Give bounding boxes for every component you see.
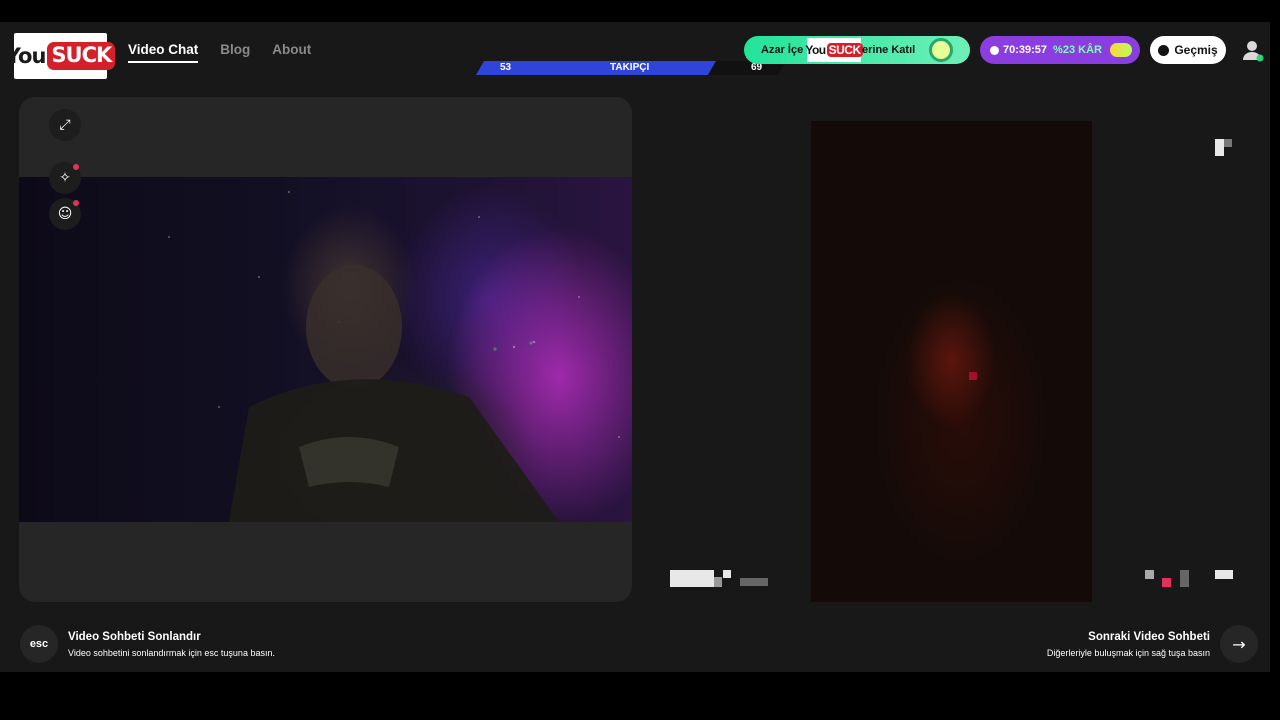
- nav-video-chat[interactable]: Video Chat: [128, 42, 199, 63]
- promo-join-button[interactable]: Azar İçe You SUCK erine Katıl: [744, 36, 970, 64]
- user-avatar-icon[interactable]: [1240, 38, 1264, 62]
- site-logo[interactable]: You SUCK: [6, 33, 116, 79]
- face-filter-icon[interactable]: ☺: [49, 198, 81, 230]
- magic-wand-icon[interactable]: ✧: [49, 162, 81, 194]
- promo-mini-logo: You SUCK: [805, 38, 863, 62]
- end-chat-title: Video Sohbeti Sonlandır: [68, 631, 201, 643]
- profit-value: %23 KÂR: [1053, 44, 1102, 56]
- logo-wordmark: You SUCK: [6, 42, 116, 70]
- timer-badge[interactable]: 70:39:57 %23 KÂR: [980, 36, 1140, 64]
- follower-bar: 53 TAKIPÇI 69: [476, 61, 786, 75]
- history-label: Geçmiş: [1174, 43, 1218, 57]
- promo-logo-text: You: [805, 43, 826, 57]
- follower-bar-fill: [476, 61, 716, 75]
- next-chat-title: Sonraki Video Sohbeti: [1088, 631, 1210, 643]
- masked-indicator-icon: [1224, 139, 1232, 147]
- masked-flag: [1145, 570, 1154, 579]
- logo-box-text: SUCK: [47, 42, 116, 70]
- promo-logo-box: SUCK: [826, 43, 863, 57]
- timer-value: 70:39:57: [1003, 44, 1048, 56]
- pixel-artifact: [969, 372, 977, 380]
- follower-count-left: 53: [500, 62, 512, 73]
- logo-text: You: [5, 44, 47, 68]
- nav-about[interactable]: About: [272, 42, 311, 63]
- notification-dot: [73, 164, 79, 170]
- end-chat-subtitle: Video sohbetini sonlandırmak için esc tu…: [68, 648, 275, 658]
- masked-country: [740, 578, 768, 586]
- masked-username: [723, 570, 731, 578]
- partner-video-feed: [811, 121, 1092, 602]
- masked-username: [714, 577, 722, 587]
- promo-text-start: Azar İçe: [761, 44, 804, 56]
- self-camera-feed: [19, 177, 632, 522]
- coins-icon: [1109, 43, 1132, 57]
- expand-icon[interactable]: ⤢: [49, 109, 81, 141]
- self-video-panel: ⤢ ✧ ☺: [19, 97, 632, 602]
- masked-flag: [1215, 570, 1233, 579]
- arrow-right-icon: →: [1232, 634, 1246, 654]
- masked-indicator-icon: [1215, 139, 1224, 156]
- next-chat-button[interactable]: →: [1220, 625, 1258, 663]
- clock-icon: [990, 45, 999, 55]
- end-chat-button[interactable]: esc: [20, 625, 58, 663]
- promo-badge-icon: [929, 38, 953, 62]
- nav-blog[interactable]: Blog: [220, 42, 250, 63]
- promo-text-end: erine Katıl: [862, 44, 916, 56]
- history-button[interactable]: Geçmiş: [1150, 36, 1226, 64]
- main-nav: Video Chat Blog About: [128, 42, 311, 63]
- masked-flag: [1180, 570, 1189, 587]
- next-chat-subtitle: Diğerleriyle buluşmak için sağ tuşa bası…: [1046, 648, 1210, 658]
- masked-username: [670, 570, 714, 587]
- notification-dot: [73, 200, 79, 206]
- app-window: You SUCK Video Chat Blog About 53 TAKIPÇI…: [0, 22, 1270, 672]
- masked-flag: [1162, 578, 1171, 587]
- follower-label: TAKIPÇI: [610, 62, 650, 73]
- history-icon: [1158, 44, 1170, 56]
